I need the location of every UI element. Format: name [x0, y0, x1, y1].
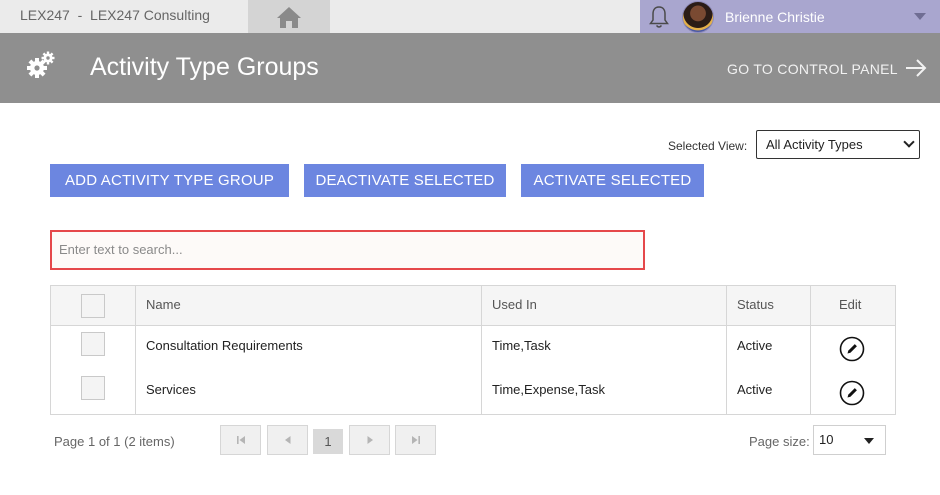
column-header-edit: Edit — [839, 297, 862, 312]
row-name: Services — [146, 382, 196, 397]
column-header-name[interactable]: Name — [146, 297, 181, 312]
page-size-select[interactable]: 10 — [813, 425, 886, 455]
last-page-icon — [411, 436, 420, 444]
first-page-icon — [236, 436, 245, 444]
arrow-right-icon[interactable] — [904, 57, 928, 79]
page-number-1[interactable]: 1 — [313, 429, 343, 454]
activity-type-groups-grid: Name Used In Status Edit Consultation Re… — [50, 285, 896, 415]
row-used-in: Time,Task — [492, 338, 551, 353]
user-name[interactable]: Brienne Christie — [725, 9, 825, 25]
page-title: Activity Type Groups — [90, 53, 319, 81]
search-input[interactable]: Enter text to search... — [50, 230, 645, 270]
add-activity-type-group-button[interactable]: ADD ACTIVITY TYPE GROUP — [50, 164, 289, 197]
pencil-icon[interactable] — [839, 336, 865, 362]
column-divider — [726, 286, 727, 414]
row-checkbox[interactable] — [81, 376, 105, 400]
selected-view-label: Selected View: — [668, 139, 748, 153]
control-panel-link[interactable]: GO TO CONTROL PANEL — [727, 61, 898, 77]
activate-selected-button[interactable]: ACTIVATE SELECTED — [521, 164, 704, 197]
row-used-in: Time,Expense,Task — [492, 382, 605, 397]
prev-page-icon — [284, 436, 290, 444]
brand-title: LEX247 - LEX247 Consulting — [20, 7, 210, 23]
select-all-checkbox[interactable] — [81, 294, 105, 318]
pager-summary: Page 1 of 1 (2 items) — [54, 434, 175, 449]
row-status: Active — [737, 382, 773, 397]
next-page-button[interactable] — [349, 425, 390, 455]
home-tab[interactable] — [248, 0, 330, 33]
column-header-status[interactable]: Status — [737, 297, 774, 312]
column-header-used-in[interactable]: Used In — [492, 297, 537, 312]
column-divider — [481, 286, 482, 414]
chevron-down-icon — [864, 438, 874, 444]
next-page-icon — [367, 436, 373, 444]
gears-icon — [27, 51, 55, 78]
chevron-down-icon — [903, 136, 915, 148]
deactivate-selected-button[interactable]: DEACTIVATE SELECTED — [304, 164, 506, 197]
avatar[interactable] — [682, 1, 714, 33]
pencil-icon[interactable] — [839, 380, 865, 406]
row-name: Consultation Requirements — [146, 338, 303, 353]
page-size-value: 10 — [819, 432, 834, 447]
column-divider — [810, 286, 811, 414]
selected-view-value: All Activity Types — [766, 137, 863, 152]
column-divider — [135, 286, 136, 414]
row-status: Active — [737, 338, 773, 353]
row-checkbox[interactable] — [81, 332, 105, 356]
selected-view-select[interactable]: All Activity Types — [756, 130, 920, 159]
home-icon — [277, 6, 301, 28]
last-page-button[interactable] — [395, 425, 436, 455]
first-page-button[interactable] — [220, 425, 261, 455]
bell-icon[interactable] — [648, 5, 670, 29]
chevron-down-icon[interactable] — [914, 13, 926, 20]
page-size-label: Page size: — [749, 434, 810, 449]
prev-page-button[interactable] — [267, 425, 308, 455]
